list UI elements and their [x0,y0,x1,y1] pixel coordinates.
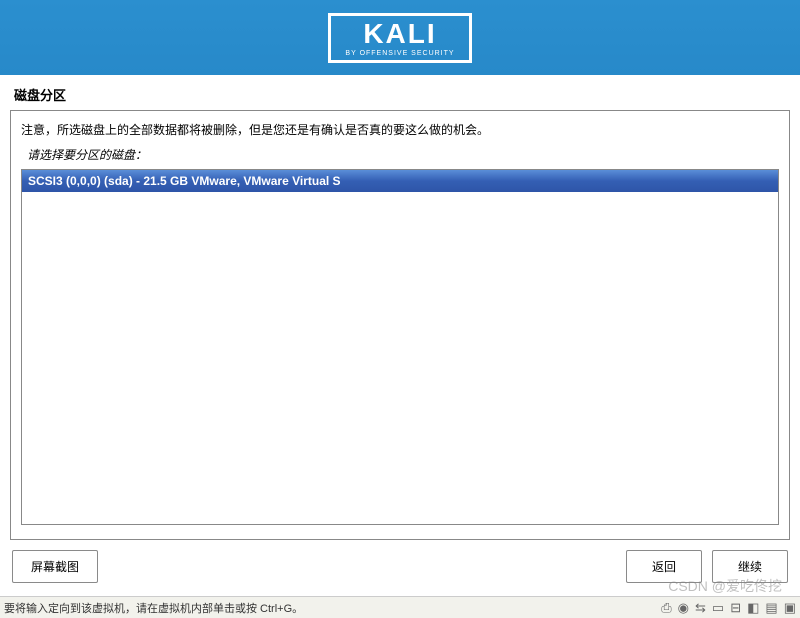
disk-list[interactable]: SCSI3 (0,0,0) (sda) - 21.5 GB VMware, VM… [21,169,779,525]
continue-button[interactable]: 继续 [712,550,788,583]
network-icon[interactable]: ⇆ [695,600,706,616]
page-title: 磁盘分区 [0,75,800,110]
printer-icon[interactable]: ▤ [765,600,777,616]
header-banner: KALI BY OFFENSIVE SECURITY [0,0,800,75]
expand-icon[interactable]: ▣ [784,600,796,616]
sound-icon[interactable]: ◧ [747,600,759,616]
logo-subtitle: BY OFFENSIVE SECURITY [345,50,454,57]
device-icon[interactable]: ⎙ [661,600,671,616]
usb-icon[interactable]: ⊟ [730,600,741,616]
status-message: 要将输入定向到该虚拟机，请在虚拟机内部单击或按 Ctrl+G。 [4,600,303,616]
vm-status-bar: 要将输入定向到该虚拟机，请在虚拟机内部单击或按 Ctrl+G。 ⎙ ◉ ⇆ ▭ … [0,596,800,618]
screenshot-button[interactable]: 屏幕截图 [12,550,98,583]
button-row: 屏幕截图 返回 继续 [0,540,800,583]
cdrom-icon[interactable]: ◉ [678,600,689,616]
vm-device-icons: ⎙ ◉ ⇆ ▭ ⊟ ◧ ▤ ▣ [661,600,796,616]
main-panel: 注意，所选磁盘上的全部数据都将被删除，但是您还是有确认是否真的要这么做的机会。 … [10,110,790,540]
disk-item[interactable]: SCSI3 (0,0,0) (sda) - 21.5 GB VMware, VM… [22,170,778,192]
back-button[interactable]: 返回 [626,550,702,583]
logo-text: KALI [345,20,454,48]
warning-text: 注意，所选磁盘上的全部数据都将被删除，但是您还是有确认是否真的要这么做的机会。 [21,121,779,138]
instruction-text: 请选择要分区的磁盘： [27,146,779,163]
hdd-icon[interactable]: ▭ [712,600,724,616]
kali-logo: KALI BY OFFENSIVE SECURITY [328,13,471,63]
